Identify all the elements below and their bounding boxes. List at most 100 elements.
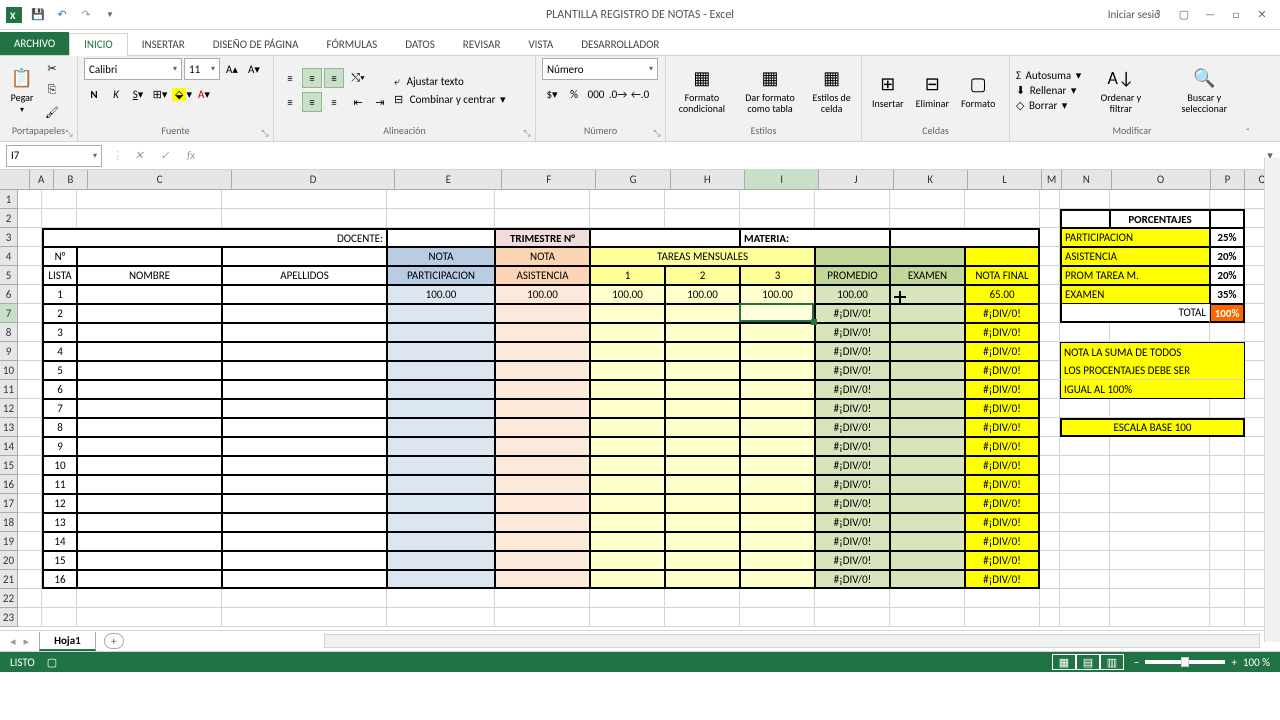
cell[interactable] xyxy=(1040,342,1060,361)
tab-insert[interactable]: INSERTAR xyxy=(128,34,199,55)
cell[interactable] xyxy=(1110,456,1210,475)
cell[interactable]: #¡DIV/0! xyxy=(965,456,1040,475)
cell[interactable]: 1 xyxy=(42,285,77,304)
cell[interactable] xyxy=(1210,589,1245,608)
undo-icon[interactable]: ↶ xyxy=(54,7,70,23)
macro-record-icon[interactable]: ▢ xyxy=(47,656,57,669)
cell[interactable]: #¡DIV/0! xyxy=(815,399,890,418)
cell[interactable]: #¡DIV/0! xyxy=(965,342,1040,361)
cell[interactable] xyxy=(590,228,740,247)
help-icon[interactable]: ? xyxy=(1148,5,1168,25)
cell[interactable] xyxy=(77,513,222,532)
currency-icon[interactable]: $▾ xyxy=(542,84,562,104)
cell[interactable] xyxy=(77,475,222,494)
cell[interactable]: #¡DIV/0! xyxy=(965,475,1040,494)
cell[interactable] xyxy=(222,513,387,532)
cell[interactable] xyxy=(590,190,665,209)
cell[interactable] xyxy=(222,380,387,399)
row-header-19[interactable]: 19 xyxy=(0,532,18,551)
fx-icon[interactable]: fx xyxy=(181,146,201,166)
view-normal-icon[interactable]: ▦ xyxy=(1052,654,1076,670)
cell[interactable]: #¡DIV/0! xyxy=(815,532,890,551)
cell[interactable]: 100.00 xyxy=(815,285,890,304)
cell[interactable]: NOTA xyxy=(495,247,590,266)
col-header-J[interactable]: J xyxy=(819,170,893,189)
cell[interactable] xyxy=(665,570,740,589)
cell[interactable] xyxy=(1110,570,1210,589)
cell[interactable]: 100.00 xyxy=(740,285,815,304)
cell[interactable] xyxy=(890,361,965,380)
sheet-tab-hoja1[interactable]: Hoja1 xyxy=(39,632,96,651)
align-top-icon[interactable]: ≡ xyxy=(280,68,300,88)
cell[interactable] xyxy=(590,418,665,437)
cell[interactable]: 9 xyxy=(42,437,77,456)
cell[interactable]: #¡DIV/0! xyxy=(815,323,890,342)
cell[interactable] xyxy=(222,304,387,323)
cell[interactable] xyxy=(665,456,740,475)
cell[interactable] xyxy=(1060,209,1110,228)
find-select-button[interactable]: 🔍Buscar y seleccionar xyxy=(1161,64,1248,116)
cell[interactable] xyxy=(387,570,495,589)
cell[interactable] xyxy=(387,209,495,228)
cell[interactable] xyxy=(1110,437,1210,456)
cell[interactable] xyxy=(222,532,387,551)
cell[interactable] xyxy=(590,551,665,570)
cell[interactable] xyxy=(77,532,222,551)
cell[interactable] xyxy=(1040,247,1060,266)
cell[interactable] xyxy=(665,475,740,494)
cell[interactable]: 16 xyxy=(42,570,77,589)
cell[interactable] xyxy=(590,608,665,627)
cell[interactable] xyxy=(1040,190,1060,209)
cell[interactable] xyxy=(222,570,387,589)
cell[interactable] xyxy=(1040,475,1060,494)
cell[interactable] xyxy=(18,570,42,589)
cell[interactable]: NOTA xyxy=(387,247,495,266)
cell[interactable] xyxy=(890,570,965,589)
tab-review[interactable]: REVISAR xyxy=(449,34,515,55)
cell[interactable] xyxy=(495,494,590,513)
cell[interactable]: #¡DIV/0! xyxy=(815,380,890,399)
cell[interactable] xyxy=(77,342,222,361)
cell[interactable] xyxy=(77,570,222,589)
col-header-B[interactable]: B xyxy=(54,170,89,189)
cell[interactable] xyxy=(387,399,495,418)
tab-home[interactable]: INICIO xyxy=(69,33,128,56)
cell[interactable] xyxy=(1110,190,1210,209)
cell[interactable] xyxy=(1040,228,1060,247)
cell[interactable] xyxy=(1040,551,1060,570)
cell[interactable] xyxy=(1110,532,1210,551)
cell[interactable] xyxy=(222,399,387,418)
cell[interactable] xyxy=(18,513,42,532)
cell[interactable] xyxy=(665,190,740,209)
row-header-5[interactable]: 5 xyxy=(0,266,18,285)
cell[interactable] xyxy=(1060,494,1110,513)
cell[interactable] xyxy=(495,399,590,418)
cell[interactable] xyxy=(222,323,387,342)
cell[interactable] xyxy=(965,209,1040,228)
row-header-22[interactable]: 22 xyxy=(0,589,18,608)
cell[interactable] xyxy=(815,190,890,209)
select-all-corner[interactable] xyxy=(0,170,30,189)
cell[interactable] xyxy=(590,589,665,608)
col-header-A[interactable]: A xyxy=(30,170,54,189)
cell[interactable]: 15 xyxy=(42,551,77,570)
cell[interactable] xyxy=(387,494,495,513)
decrease-font-icon[interactable]: A▾ xyxy=(244,59,264,79)
cell[interactable] xyxy=(740,342,815,361)
cell[interactable] xyxy=(387,418,495,437)
vertical-scrollbar[interactable] xyxy=(1264,158,1280,642)
cell[interactable] xyxy=(18,475,42,494)
cell[interactable] xyxy=(740,551,815,570)
cell[interactable] xyxy=(740,209,815,228)
cell[interactable] xyxy=(1060,532,1110,551)
increase-font-icon[interactable]: A▴ xyxy=(222,59,242,79)
cell[interactable] xyxy=(590,570,665,589)
cell[interactable] xyxy=(815,608,890,627)
cell[interactable] xyxy=(740,190,815,209)
cell[interactable] xyxy=(77,209,222,228)
minimize-icon[interactable]: — xyxy=(1200,5,1220,25)
close-icon[interactable]: ✕ xyxy=(1252,5,1272,25)
fill-color-button[interactable]: ⬙▾ xyxy=(172,84,192,104)
font-launcher-icon[interactable]: ⤡ xyxy=(259,127,271,139)
cell[interactable] xyxy=(1060,456,1110,475)
